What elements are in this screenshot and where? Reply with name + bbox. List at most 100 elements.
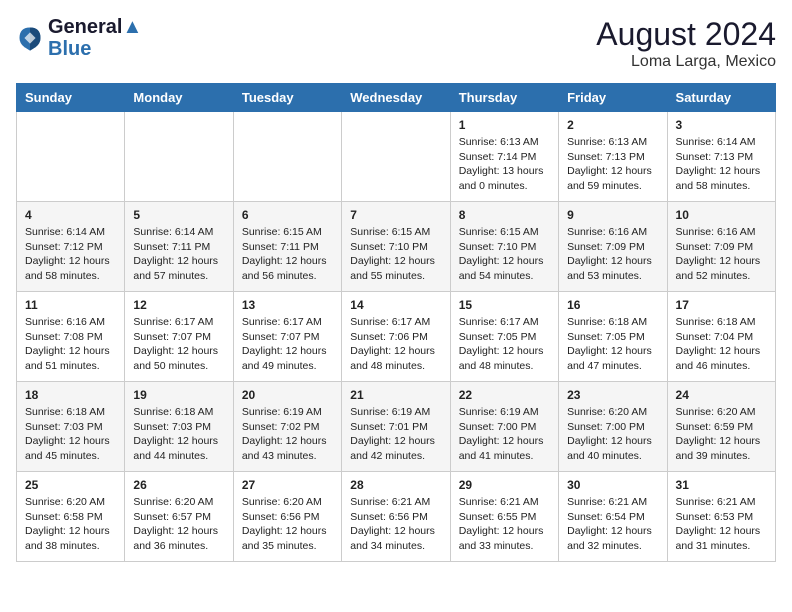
header-tuesday: Tuesday	[233, 84, 341, 112]
calendar-cell: 22 Sunrise: 6:19 AM Sunset: 7:00 PM Dayli…	[450, 382, 558, 472]
day-info: Sunrise: 6:20 AM Sunset: 6:57 PM Dayligh…	[133, 495, 224, 554]
calendar-cell: 28 Sunrise: 6:21 AM Sunset: 6:56 PM Dayli…	[342, 472, 450, 562]
header-wednesday: Wednesday	[342, 84, 450, 112]
calendar-cell: 16 Sunrise: 6:18 AM Sunset: 7:05 PM Dayli…	[559, 292, 667, 382]
day-info: Sunrise: 6:14 AM Sunset: 7:12 PM Dayligh…	[25, 225, 116, 284]
day-info: Sunrise: 6:21 AM Sunset: 6:55 PM Dayligh…	[459, 495, 550, 554]
week-row-2: 4 Sunrise: 6:14 AM Sunset: 7:12 PM Daylig…	[17, 202, 776, 292]
day-info: Sunrise: 6:16 AM Sunset: 7:09 PM Dayligh…	[676, 225, 767, 284]
day-info: Sunrise: 6:15 AM Sunset: 7:11 PM Dayligh…	[242, 225, 333, 284]
day-info: Sunrise: 6:19 AM Sunset: 7:00 PM Dayligh…	[459, 405, 550, 464]
calendar-cell: 20 Sunrise: 6:19 AM Sunset: 7:02 PM Dayli…	[233, 382, 341, 472]
calendar-cell: 8Sunrise: 6:15 AM Sunset: 7:10 PM Daylig…	[450, 202, 558, 292]
day-number: 24	[676, 388, 767, 402]
day-number: 14	[350, 298, 441, 312]
calendar-cell	[233, 112, 341, 202]
calendar-cell: 3 Sunrise: 6:14 AM Sunset: 7:13 PM Daylig…	[667, 112, 775, 202]
calendar-cell: 11 Sunrise: 6:16 AM Sunset: 7:08 PM Dayli…	[17, 292, 125, 382]
week-row-3: 11 Sunrise: 6:16 AM Sunset: 7:08 PM Dayli…	[17, 292, 776, 382]
day-info: Sunrise: 6:20 AM Sunset: 7:00 PM Dayligh…	[567, 405, 658, 464]
day-number: 12	[133, 298, 224, 312]
page-header: General▲ Blue August 2024 Loma Larga, Me…	[16, 16, 776, 71]
day-info: Sunrise: 6:17 AM Sunset: 7:07 PM Dayligh…	[242, 315, 333, 374]
day-number: 28	[350, 478, 441, 492]
calendar-cell: 1Sunrise: 6:13 AM Sunset: 7:14 PM Daylig…	[450, 112, 558, 202]
month-year-title: August 2024	[596, 16, 776, 53]
day-info: Sunrise: 6:14 AM Sunset: 7:13 PM Dayligh…	[676, 135, 767, 194]
day-number: 13	[242, 298, 333, 312]
day-number: 9	[567, 208, 658, 222]
day-info: Sunrise: 6:17 AM Sunset: 7:07 PM Dayligh…	[133, 315, 224, 374]
week-row-5: 25Sunrise: 6:20 AM Sunset: 6:58 PM Dayli…	[17, 472, 776, 562]
weekday-header-row: SundayMondayTuesdayWednesdayThursdayFrid…	[17, 84, 776, 112]
calendar-cell: 10 Sunrise: 6:16 AM Sunset: 7:09 PM Dayli…	[667, 202, 775, 292]
day-number: 22	[459, 388, 550, 402]
logo-icon	[16, 24, 44, 52]
header-thursday: Thursday	[450, 84, 558, 112]
day-number: 11	[25, 298, 116, 312]
day-number: 29	[459, 478, 550, 492]
header-saturday: Saturday	[667, 84, 775, 112]
day-number: 16	[567, 298, 658, 312]
calendar-cell: 7 Sunrise: 6:15 AM Sunset: 7:10 PM Daylig…	[342, 202, 450, 292]
day-number: 19	[133, 388, 224, 402]
calendar-cell	[342, 112, 450, 202]
day-number: 17	[676, 298, 767, 312]
logo-text: General▲ Blue	[48, 16, 142, 60]
calendar-cell: 14 Sunrise: 6:17 AM Sunset: 7:06 PM Dayli…	[342, 292, 450, 382]
day-number: 18	[25, 388, 116, 402]
day-number: 31	[676, 478, 767, 492]
calendar-cell: 19 Sunrise: 6:18 AM Sunset: 7:03 PM Dayli…	[125, 382, 233, 472]
calendar-cell: 21 Sunrise: 6:19 AM Sunset: 7:01 PM Dayli…	[342, 382, 450, 472]
day-info: Sunrise: 6:18 AM Sunset: 7:03 PM Dayligh…	[25, 405, 116, 464]
day-number: 7	[350, 208, 441, 222]
week-row-4: 18 Sunrise: 6:18 AM Sunset: 7:03 PM Dayli…	[17, 382, 776, 472]
day-info: Sunrise: 6:16 AM Sunset: 7:08 PM Dayligh…	[25, 315, 116, 374]
week-row-1: 1Sunrise: 6:13 AM Sunset: 7:14 PM Daylig…	[17, 112, 776, 202]
day-info: Sunrise: 6:19 AM Sunset: 7:02 PM Dayligh…	[242, 405, 333, 464]
day-info: Sunrise: 6:17 AM Sunset: 7:05 PM Dayligh…	[459, 315, 550, 374]
calendar-cell: 29 Sunrise: 6:21 AM Sunset: 6:55 PM Dayli…	[450, 472, 558, 562]
day-info: Sunrise: 6:18 AM Sunset: 7:05 PM Dayligh…	[567, 315, 658, 374]
calendar-table: SundayMondayTuesdayWednesdayThursdayFrid…	[16, 83, 776, 562]
header-monday: Monday	[125, 84, 233, 112]
day-info: Sunrise: 6:15 AM Sunset: 7:10 PM Dayligh…	[350, 225, 441, 284]
day-info: Sunrise: 6:20 AM Sunset: 6:56 PM Dayligh…	[242, 495, 333, 554]
day-number: 21	[350, 388, 441, 402]
day-info: Sunrise: 6:20 AM Sunset: 6:59 PM Dayligh…	[676, 405, 767, 464]
day-number: 4	[25, 208, 116, 222]
day-info: Sunrise: 6:21 AM Sunset: 6:53 PM Dayligh…	[676, 495, 767, 554]
day-info: Sunrise: 6:13 AM Sunset: 7:14 PM Dayligh…	[459, 135, 550, 194]
calendar-cell: 2Sunrise: 6:13 AM Sunset: 7:13 PM Daylig…	[559, 112, 667, 202]
calendar-cell: 9 Sunrise: 6:16 AM Sunset: 7:09 PM Daylig…	[559, 202, 667, 292]
calendar-cell: 6 Sunrise: 6:15 AM Sunset: 7:11 PM Daylig…	[233, 202, 341, 292]
day-info: Sunrise: 6:15 AM Sunset: 7:10 PM Dayligh…	[459, 225, 550, 284]
day-info: Sunrise: 6:18 AM Sunset: 7:04 PM Dayligh…	[676, 315, 767, 374]
header-sunday: Sunday	[17, 84, 125, 112]
day-info: Sunrise: 6:21 AM Sunset: 6:54 PM Dayligh…	[567, 495, 658, 554]
calendar-cell: 26Sunrise: 6:20 AM Sunset: 6:57 PM Dayli…	[125, 472, 233, 562]
calendar-cell: 17 Sunrise: 6:18 AM Sunset: 7:04 PM Dayli…	[667, 292, 775, 382]
location-subtitle: Loma Larga, Mexico	[596, 53, 776, 71]
day-number: 3	[676, 118, 767, 132]
calendar-cell: 23 Sunrise: 6:20 AM Sunset: 7:00 PM Dayli…	[559, 382, 667, 472]
calendar-cell: 15Sunrise: 6:17 AM Sunset: 7:05 PM Dayli…	[450, 292, 558, 382]
day-info: Sunrise: 6:14 AM Sunset: 7:11 PM Dayligh…	[133, 225, 224, 284]
day-info: Sunrise: 6:17 AM Sunset: 7:06 PM Dayligh…	[350, 315, 441, 374]
day-number: 23	[567, 388, 658, 402]
day-info: Sunrise: 6:19 AM Sunset: 7:01 PM Dayligh…	[350, 405, 441, 464]
day-info: Sunrise: 6:13 AM Sunset: 7:13 PM Dayligh…	[567, 135, 658, 194]
day-info: Sunrise: 6:18 AM Sunset: 7:03 PM Dayligh…	[133, 405, 224, 464]
day-number: 10	[676, 208, 767, 222]
title-block: August 2024 Loma Larga, Mexico	[596, 16, 776, 71]
calendar-cell	[125, 112, 233, 202]
day-number: 20	[242, 388, 333, 402]
calendar-cell	[17, 112, 125, 202]
day-info: Sunrise: 6:16 AM Sunset: 7:09 PM Dayligh…	[567, 225, 658, 284]
day-number: 6	[242, 208, 333, 222]
calendar-cell: 4 Sunrise: 6:14 AM Sunset: 7:12 PM Daylig…	[17, 202, 125, 292]
day-number: 27	[242, 478, 333, 492]
day-info: Sunrise: 6:21 AM Sunset: 6:56 PM Dayligh…	[350, 495, 441, 554]
calendar-cell: 25Sunrise: 6:20 AM Sunset: 6:58 PM Dayli…	[17, 472, 125, 562]
day-info: Sunrise: 6:20 AM Sunset: 6:58 PM Dayligh…	[25, 495, 116, 554]
